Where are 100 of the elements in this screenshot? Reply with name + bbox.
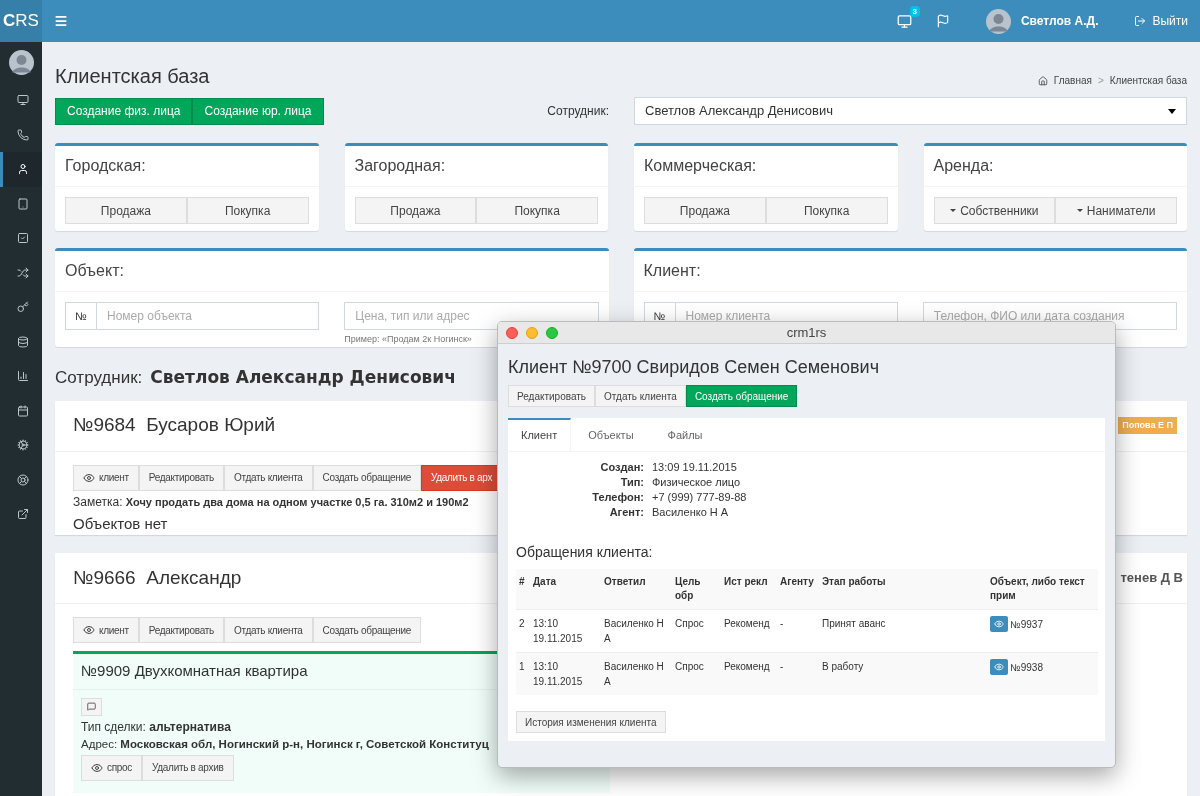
- column-header: Объект, либо текст прим: [987, 569, 1098, 610]
- search-field[interactable]: Цена, тип или адрес: [344, 302, 599, 330]
- tab[interactable]: Объекты: [571, 418, 651, 451]
- checkbox-icon: [16, 232, 29, 245]
- category-button[interactable]: Продажа: [354, 197, 477, 224]
- view-button[interactable]: клиент: [73, 617, 139, 643]
- panel-title: Коммерческая:: [644, 157, 757, 174]
- table-cell: В работу: [819, 652, 987, 695]
- window-close-button[interactable]: [506, 326, 518, 339]
- view-object-button[interactable]: [990, 616, 1008, 632]
- agent-badge: Попова Е П: [1118, 416, 1177, 435]
- agent-name: тенев Д В: [1120, 569, 1183, 588]
- logo[interactable]: CRS: [0, 0, 42, 42]
- action-button[interactable]: Создать обращение: [312, 617, 421, 643]
- logout-icon: [1134, 15, 1147, 27]
- column-header: #: [516, 569, 530, 610]
- category-button[interactable]: Наниматели: [1055, 197, 1177, 224]
- eye-icon: [83, 471, 95, 484]
- window-zoom-button[interactable]: [546, 326, 558, 339]
- tab[interactable]: Клиент: [508, 418, 572, 451]
- detail-label: Создан:: [599, 460, 644, 475]
- hint-text: Пример: «Продам 2к Ногинск»: [344, 333, 473, 346]
- view-button[interactable]: клиент: [73, 464, 139, 491]
- section-title: Обращения клиента:: [516, 543, 654, 562]
- panel-title: Объект:: [65, 262, 124, 279]
- column-header: Дата: [530, 569, 601, 610]
- key-icon: [16, 301, 29, 314]
- page-title: Клиентская база: [55, 64, 210, 88]
- category-button[interactable]: Продажа: [644, 197, 766, 224]
- panel-title: Аренда:: [933, 157, 994, 174]
- action-button[interactable]: Отдать клиента: [595, 385, 686, 407]
- action-button[interactable]: Редактировать: [508, 385, 596, 407]
- history-button[interactable]: История изменения клиента: [516, 711, 666, 733]
- user-icon: [16, 163, 29, 176]
- notifications-button[interactable]: [896, 13, 912, 29]
- eye-icon: [91, 761, 103, 774]
- panel-title: Городская:: [65, 157, 146, 174]
- detail-label: Тип:: [619, 475, 644, 490]
- lifebuoy-icon: [16, 473, 29, 486]
- shuffle-icon: [16, 266, 29, 279]
- database-icon: [16, 335, 29, 348]
- dialog-heading: Клиент №9700 Свиридов Семен Семенович: [508, 356, 881, 379]
- table-cell: 1: [516, 652, 530, 695]
- category-button[interactable]: Покупка: [186, 197, 309, 224]
- table-cell: 2: [516, 609, 530, 653]
- notification-count: 3: [909, 5, 920, 17]
- action-button[interactable]: Редактировать: [138, 464, 224, 491]
- tablet-icon: [16, 197, 29, 210]
- section-label: Сотрудник:: [55, 367, 143, 389]
- bar-chart-icon: [16, 370, 29, 383]
- table-cell: 13:10 19.11.2015: [530, 609, 601, 653]
- user-name[interactable]: Светлов А.Д.: [1020, 12, 1099, 30]
- monitor-icon: [16, 94, 29, 107]
- tab[interactable]: Файлы: [650, 418, 720, 451]
- column-header: Цель обр: [672, 569, 721, 610]
- table-cell: Спрос: [672, 609, 721, 653]
- comment-icon: [87, 702, 96, 711]
- action-button[interactable]: Редактировать: [138, 617, 224, 643]
- comment-button[interactable]: [81, 697, 102, 716]
- action-button[interactable]: Отдать клиента: [223, 464, 313, 491]
- window-minimize-button[interactable]: [526, 326, 538, 339]
- eye-icon: [994, 662, 1004, 672]
- phone-icon: [16, 128, 29, 141]
- employee-name: Светлов Александр Денисович: [150, 366, 456, 389]
- client-title: №9684 Бусаров Юрий: [73, 413, 276, 438]
- detail-value: Василенко Н А: [652, 505, 730, 520]
- breadcrumb-link[interactable]: Главная: [1053, 73, 1092, 88]
- monitor-icon: [896, 13, 912, 29]
- action-button[interactable]: Создать обращение: [312, 464, 421, 491]
- table-cell: -: [777, 609, 819, 653]
- table-cell: Василенко Н А: [601, 609, 672, 653]
- employee-select[interactable]: Светлов Александр Денисович: [634, 97, 1187, 125]
- panel-title: Клиент:: [643, 262, 701, 279]
- detail-value: +7 (999) 777-89-88: [652, 490, 748, 505]
- external-link-icon: [16, 508, 29, 521]
- table-cell: Спрос: [672, 652, 721, 695]
- object-address: Адрес: Московская обл, Ногинский р-н, Ногинск г, Советской Конституц: [81, 736, 489, 752]
- avatar: [985, 8, 1011, 34]
- view-object-button[interactable]: [990, 659, 1008, 675]
- category-button[interactable]: Покупка: [765, 197, 888, 224]
- table-cell: -: [777, 652, 819, 695]
- flag-icon[interactable]: [935, 14, 950, 28]
- action-button[interactable]: Отдать клиента: [223, 617, 313, 643]
- action-button[interactable]: Удалить в архив: [142, 754, 234, 781]
- number-field[interactable]: Номер объекта: [97, 302, 320, 330]
- logout-button[interactable]: Выйти: [1134, 12, 1188, 30]
- home-icon: [1037, 75, 1048, 86]
- sidebar-item[interactable]: [0, 152, 42, 187]
- category-button[interactable]: Продажа: [65, 197, 187, 224]
- column-header: Ист рекл: [721, 569, 777, 610]
- category-button[interactable]: Собственники: [933, 197, 1056, 224]
- panel-title: Загородная:: [354, 157, 446, 174]
- detail-value: Физическое лицо: [652, 475, 742, 490]
- breadcrumb-separator: >: [1097, 74, 1104, 88]
- filter-label: Сотрудник:: [547, 103, 609, 120]
- object-number: №9937: [1010, 617, 1043, 632]
- breadcrumb-link[interactable]: Клиентская база: [1109, 73, 1187, 88]
- view-button[interactable]: спрос: [81, 754, 143, 781]
- object-number: №9938: [1010, 660, 1043, 675]
- category-button[interactable]: Покупка: [476, 197, 598, 224]
